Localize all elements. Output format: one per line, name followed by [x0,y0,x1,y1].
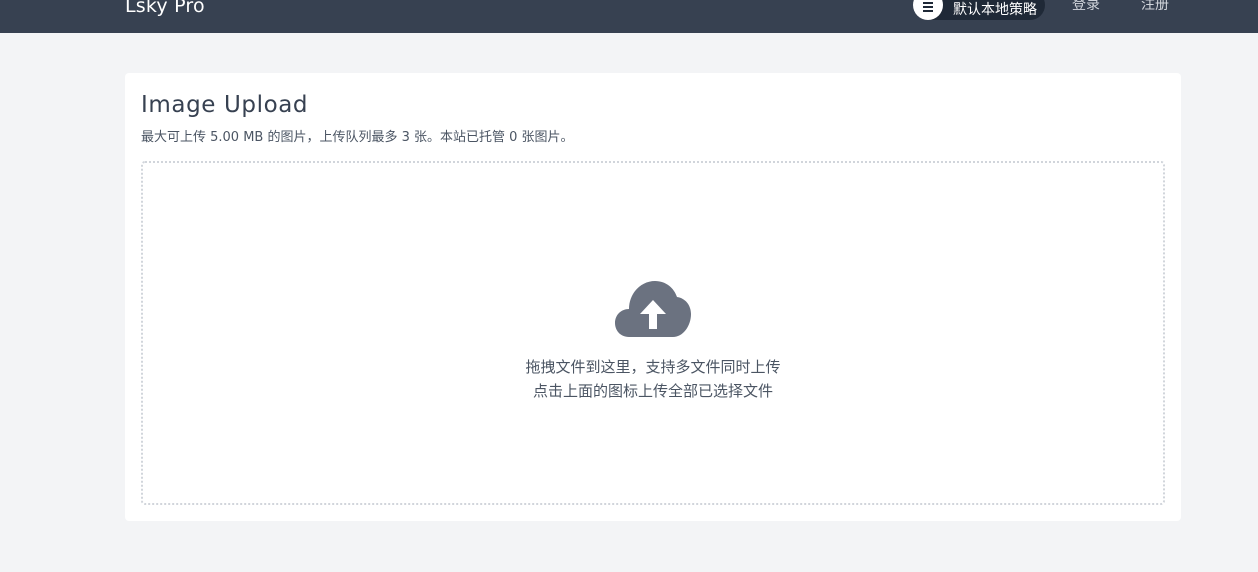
server-icon [913,0,943,20]
upload-card: Image Upload 最大可上传 5.00 MB 的图片，上传队列最多 3 … [125,73,1181,521]
page-title: Image Upload [141,92,309,118]
login-link[interactable]: 登录 [1072,0,1100,14]
upload-dropzone[interactable]: 拖拽文件到这里，支持多文件同时上传 点击上面的图标上传全部已选择文件 [141,161,1165,505]
dropzone-hint-drag: 拖拽文件到这里，支持多文件同时上传 [525,358,781,376]
strategy-label: 默认本地策略 [953,2,1037,18]
top-navbar: Lsky Pro 默认本地策略 登录 注册 [0,0,1258,33]
register-link[interactable]: 注册 [1141,0,1169,14]
dropzone-hint-click: 点击上面的图标上传全部已选择文件 [532,382,773,400]
brand-logo-text[interactable]: Lsky Pro [125,0,205,18]
cloud-upload-icon[interactable] [615,281,691,337]
storage-strategy-selector[interactable]: 默认本地策略 [913,0,1045,20]
upload-limits-text: 最大可上传 5.00 MB 的图片，上传队列最多 3 张。本站已托管 0 张图片… [141,130,574,145]
